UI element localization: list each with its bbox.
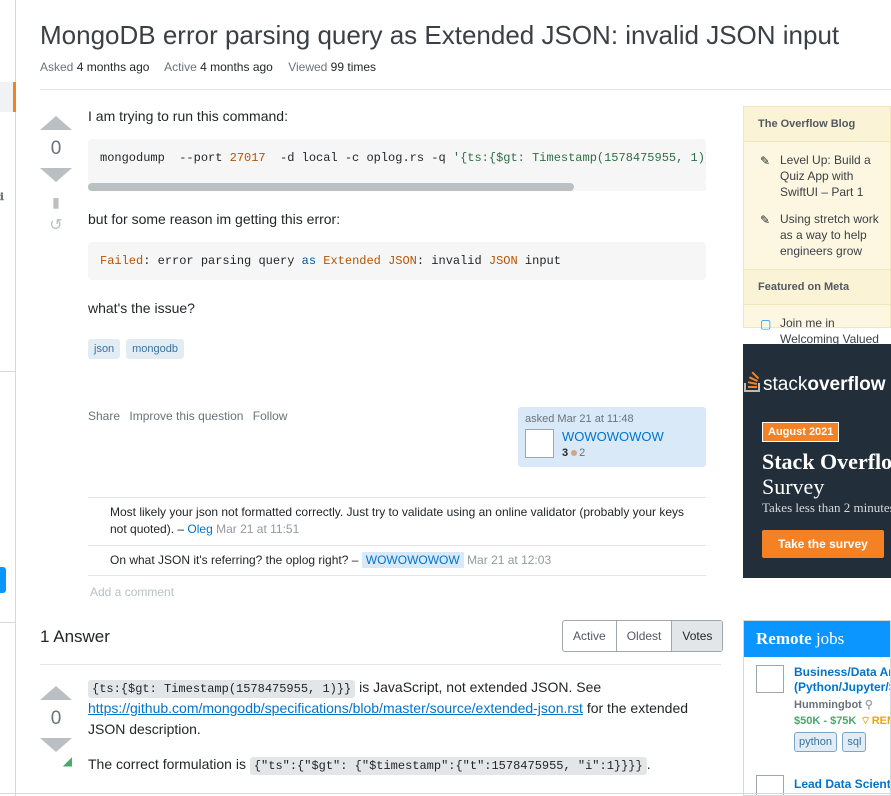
- left-nav-divider: [0, 622, 16, 623]
- comment-author[interactable]: WOWOWOWOW: [361, 551, 464, 568]
- command-code-block: mongodump --port 27017 -d local -c oplog…: [88, 139, 706, 183]
- pencil-icon: ✎: [760, 212, 771, 227]
- overflow-blog-widget: The Overflow Blog ✎ Level Up: Build a Qui…: [743, 106, 891, 395]
- ad-headline: Stack Overflow: [762, 449, 891, 474]
- job-title[interactable]: Lead Data Scientist: [794, 777, 890, 791]
- jobs-header[interactable]: Remote jobs: [744, 621, 890, 657]
- job-title[interactable]: Business/Data Analyst: [794, 665, 890, 680]
- upvote-icon[interactable]: [40, 686, 72, 700]
- extended-json-spec-link[interactable]: https://github.com/mongodb/specification…: [88, 700, 583, 716]
- stackoverflow-logo-icon: [744, 371, 760, 392]
- wifi-icon: ⌔: [860, 715, 871, 727]
- job-salary: $50K - $75K⌔REMOTE: [794, 715, 890, 727]
- meta-header: Featured on Meta: [744, 269, 890, 306]
- bronze-badge-icon: [571, 450, 578, 456]
- chat-bubble-icon: ▢: [760, 317, 772, 332]
- error-code-block: Failed: error parsing query as Extended …: [88, 242, 706, 280]
- answer-vote-cell: 0 ◢: [40, 686, 72, 768]
- share-link[interactable]: Share: [88, 409, 120, 423]
- question-middle-text: but for some reason im getting this erro…: [88, 211, 341, 227]
- left-nav-selected-item[interactable]: [0, 82, 16, 112]
- vote-count: 0: [50, 138, 62, 159]
- accepted-check-icon: ◢: [62, 754, 72, 768]
- left-nav-button[interactable]: [0, 567, 6, 593]
- improve-question-link[interactable]: Improve this question: [129, 409, 243, 423]
- post-menu: Share Improve this question Follow: [88, 409, 293, 423]
- answer-paragraph-2: The correct formulation is {"ts":{"$gt":…: [88, 756, 651, 775]
- job-tag-sql[interactable]: sql: [842, 732, 867, 753]
- blog-header: The Overflow Blog: [744, 107, 890, 142]
- comment: Most likely your json not formatted corr…: [88, 497, 706, 545]
- upvote-icon[interactable]: [40, 116, 72, 130]
- add-comment-link[interactable]: Add a comment: [88, 575, 706, 609]
- follow-link[interactable]: Follow: [253, 409, 288, 423]
- code-scrollbar[interactable]: [88, 183, 706, 191]
- tag-mongodb[interactable]: mongodb: [126, 339, 184, 360]
- question-body: I am trying to run this command: mongodu…: [88, 106, 706, 360]
- info-icon[interactable]: ℹ: [0, 192, 8, 203]
- asker-user-card: asked Mar 21 at 11:48 WOWOWOWOW 32: [518, 407, 706, 467]
- comment-time[interactable]: Mar 21 at 11:51: [216, 522, 299, 536]
- comments-list: Most likely your json not formatted corr…: [88, 497, 706, 610]
- viewport-bottom-divider: [0, 793, 891, 794]
- location-pin-icon: ⚲: [864, 699, 873, 711]
- asked-time[interactable]: asked Mar 21 at 11:48: [525, 413, 699, 425]
- blog-item[interactable]: ✎ Level Up: Build a Quiz App with SwiftUI…: [744, 152, 890, 201]
- remote-jobs-widget: Remote jobs Business/Data Analyst (Pytho…: [743, 620, 891, 796]
- answer-paragraph-1: {ts:{$gt: Timestamp(1578475955, 1)}} is …: [88, 679, 689, 737]
- job-tags: python sql: [794, 732, 890, 753]
- active-value[interactable]: 4 months ago: [200, 60, 273, 74]
- answers-count: 1 Answer: [40, 627, 110, 646]
- take-survey-button[interactable]: Take the survey: [762, 530, 884, 558]
- ad-date-badge: August 2021: [762, 422, 840, 442]
- job-listing[interactable]: Business/Data Analyst (Python/Jupyter/SQ…: [744, 657, 890, 753]
- tag-json[interactable]: json: [88, 339, 121, 360]
- blog-item[interactable]: ✎ Using stretch work as a way to help eng…: [744, 211, 890, 260]
- downvote-icon[interactable]: [40, 738, 72, 752]
- question-vote-cell: 0 ▮ ↺: [40, 116, 72, 235]
- asked-value: 4 months ago: [76, 60, 150, 74]
- inline-code: {ts:{$gt: Timestamp(1578475955, 1)}}: [88, 680, 356, 698]
- header-divider: [40, 89, 891, 90]
- answer-sort-tabs: Active Oldest Votes: [562, 620, 724, 652]
- ad-logo: stackoverflow: [763, 374, 886, 395]
- company-logo: [756, 665, 784, 693]
- question-closing: what's the issue?: [88, 300, 195, 316]
- viewed-value: 99 times: [330, 60, 377, 74]
- question-meta: Asked 4 months ago Active 4 months ago V…: [40, 60, 388, 74]
- sort-oldest[interactable]: Oldest: [617, 621, 673, 651]
- code-scrollbar-thumb[interactable]: [88, 183, 574, 191]
- viewed-label: Viewed: [288, 60, 328, 74]
- job-company: Hummingbot ⚲: [794, 699, 873, 711]
- ad-headline-2: Survey: [762, 474, 825, 499]
- user-reputation: 32: [562, 447, 586, 459]
- user-name[interactable]: WOWOWOWOW: [562, 429, 664, 444]
- comment-time[interactable]: Mar 21 at 12:03: [467, 553, 551, 567]
- question-title[interactable]: MongoDB error parsing query as Extended …: [40, 20, 839, 51]
- ad-subtitle: Takes less than 2 minutes: [762, 500, 891, 515]
- inline-code: {"ts":{"$gt": {"$timestamp":{"t":1578475…: [249, 757, 647, 775]
- history-icon[interactable]: ↺: [40, 215, 72, 235]
- bookmark-icon[interactable]: ▮: [40, 194, 72, 211]
- survey-ad[interactable]: stackoverflow August 2021 Stack Overflow…: [743, 344, 891, 578]
- downvote-icon[interactable]: [40, 168, 72, 182]
- job-tag-python[interactable]: python: [794, 732, 838, 753]
- answers-divider: [40, 664, 721, 665]
- pencil-icon: ✎: [760, 154, 771, 168]
- answer-body: {ts:{$gt: Timestamp(1578475955, 1)}} is …: [88, 677, 706, 775]
- active-label: Active: [164, 60, 197, 74]
- question-intro: I am trying to run this command:: [88, 108, 288, 124]
- user-avatar[interactable]: [525, 429, 554, 458]
- sort-active[interactable]: Active: [563, 621, 617, 651]
- left-nav: ℹ: [0, 0, 16, 796]
- comment: On what JSON it's referring? the oplog r…: [88, 544, 706, 575]
- answer-vote-count: 0: [50, 708, 62, 729]
- asked-label: Asked: [40, 60, 74, 74]
- job-title-2[interactable]: (Python/Jupyter/SQL): [794, 680, 890, 695]
- left-nav-divider: [0, 371, 16, 372]
- comment-author[interactable]: Oleg: [187, 522, 212, 536]
- sort-votes[interactable]: Votes: [672, 621, 723, 651]
- question-tags: json mongodb: [88, 337, 706, 360]
